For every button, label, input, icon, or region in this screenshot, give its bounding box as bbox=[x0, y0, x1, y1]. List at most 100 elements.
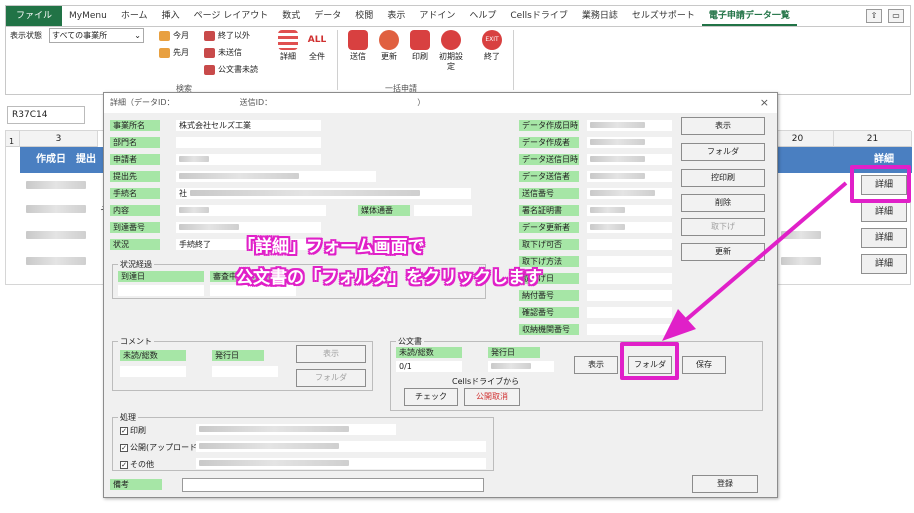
detail-row-button[interactable]: 詳細 bbox=[861, 228, 907, 248]
comment-icon[interactable]: ▭ bbox=[888, 9, 904, 23]
tab-cells-support[interactable]: セルズサポート bbox=[625, 6, 702, 26]
row-header-1[interactable]: 1 bbox=[9, 137, 14, 146]
send-button[interactable]: 送信 bbox=[345, 30, 371, 62]
submit-to-value bbox=[176, 171, 376, 182]
comment-unread-value bbox=[120, 366, 186, 377]
status-filter-value: すべての事業所 bbox=[52, 31, 108, 40]
label-content: 内容 bbox=[110, 205, 160, 216]
tab-view[interactable]: 表示 bbox=[380, 6, 412, 26]
data-created-at-value bbox=[587, 120, 672, 131]
list-icon bbox=[278, 30, 298, 50]
check-icon: ✓ bbox=[120, 426, 128, 435]
comment-frame-title: コメント bbox=[118, 336, 154, 347]
tab-mymenu[interactable]: MyMenu bbox=[62, 6, 114, 26]
status-filter-label: 表示状態 bbox=[10, 31, 42, 40]
tab-review[interactable]: 校閲 bbox=[348, 6, 380, 26]
print-button[interactable]: 印刷 bbox=[407, 30, 433, 62]
publish-status-value bbox=[196, 441, 486, 452]
other-checkbox-label: その他 bbox=[130, 460, 154, 469]
all-ribbon-button[interactable]: ALL 全件 bbox=[304, 30, 330, 62]
comment-show-button[interactable]: 表示 bbox=[296, 345, 366, 363]
instruction-callout: 「詳細」フォーム画面で 公文書の「フォルダ」をクリックします bbox=[236, 232, 542, 294]
this-month-button[interactable]: 今月 bbox=[159, 30, 189, 41]
tab-file[interactable]: ファイル bbox=[6, 6, 63, 26]
ribbon-divider bbox=[513, 30, 514, 90]
comment-issue-value bbox=[212, 366, 278, 377]
tab-help[interactable]: ヘルプ bbox=[462, 6, 503, 26]
dialog-title-bar: 詳細（データID： 送信ID： ） × bbox=[104, 93, 777, 113]
folder-button[interactable]: フォルダ bbox=[681, 143, 765, 161]
header-created-date: 作成日 提出 bbox=[20, 147, 104, 173]
label-data-sent-at: データ送信日時 bbox=[519, 154, 579, 165]
ribbon-tab-bar: ファイル MyMenu ホーム 挿入 ページ レイアウト 数式 データ 校閲 表… bbox=[5, 5, 911, 27]
tab-cells-drive[interactable]: Cellsドライブ bbox=[503, 6, 575, 26]
unsent-label: 未送信 bbox=[218, 48, 242, 57]
gear-icon bbox=[441, 30, 461, 50]
calendar-icon bbox=[159, 47, 170, 58]
show-button[interactable]: 表示 bbox=[681, 117, 765, 135]
print-checkbox[interactable]: ✓ 印刷 bbox=[120, 425, 146, 436]
masked-cell bbox=[26, 257, 86, 265]
col-header-21[interactable]: 21 bbox=[834, 131, 912, 147]
annotation-arrow bbox=[662, 181, 848, 341]
cancel-publish-button[interactable]: 公開取消 bbox=[464, 388, 520, 406]
status-filter-select[interactable]: すべての事業所 ⌄ bbox=[49, 28, 144, 43]
official-save-button[interactable]: 保存 bbox=[682, 356, 726, 374]
calendar-icon bbox=[159, 30, 170, 41]
register-button[interactable]: 登録 bbox=[692, 475, 758, 493]
all-icon: ALL bbox=[307, 30, 327, 50]
check-button[interactable]: チェック bbox=[404, 388, 458, 406]
close-icon[interactable]: × bbox=[760, 93, 769, 113]
tab-work-diary[interactable]: 業務日誌 bbox=[575, 6, 625, 26]
filter-icon bbox=[204, 30, 215, 41]
label-official-issue-date: 発行日 bbox=[488, 347, 540, 358]
data-creator-value bbox=[587, 137, 672, 148]
last-month-button[interactable]: 先月 bbox=[159, 47, 189, 58]
masked-cell bbox=[26, 205, 86, 213]
process-frame-title: 処理 bbox=[118, 412, 138, 423]
dialog-title-end: ） bbox=[417, 98, 426, 107]
label-status: 状況 bbox=[110, 239, 160, 250]
detail-row-button[interactable]: 詳細 bbox=[861, 254, 907, 274]
update-button[interactable]: 更新 bbox=[376, 30, 402, 62]
name-box[interactable]: R37C14 bbox=[7, 106, 85, 124]
unsent-button[interactable]: 未送信 bbox=[204, 47, 242, 58]
label-arrival-number: 到達番号 bbox=[110, 222, 160, 233]
name-box-value: R37C14 bbox=[12, 110, 48, 120]
tab-addins[interactable]: アドイン bbox=[412, 6, 462, 26]
non-completed-button[interactable]: 終了以外 bbox=[204, 30, 250, 41]
print-checkbox-label: 印刷 bbox=[130, 426, 146, 435]
init-settings-button[interactable]: 初期設定 bbox=[438, 30, 464, 72]
tab-e-application-list[interactable]: 電子申請データ一覧 bbox=[701, 6, 797, 26]
unopened-doc-button[interactable]: 公文書未読 bbox=[204, 64, 258, 75]
cells-drive-from-label: Cellsドライブから bbox=[452, 377, 520, 386]
label-comment-issue-date: 発行日 bbox=[212, 350, 264, 361]
department-value bbox=[176, 137, 321, 148]
exit-icon: EXIT bbox=[482, 30, 502, 50]
detail-ribbon-button[interactable]: 詳細 bbox=[275, 30, 301, 62]
label-medium-number: 媒体通番 bbox=[358, 205, 410, 216]
official-count-value: 0/1 bbox=[396, 361, 462, 372]
publish-checkbox[interactable]: ✓ 公開(アップロード) bbox=[120, 442, 200, 453]
detail-row-button[interactable]: 詳細 bbox=[861, 202, 907, 222]
applicant-value bbox=[176, 154, 321, 165]
this-month-label: 今月 bbox=[173, 31, 189, 40]
init-settings-label: 初期設定 bbox=[439, 52, 463, 71]
comment-folder-button[interactable]: フォルダ bbox=[296, 369, 366, 387]
tab-formulas[interactable]: 数式 bbox=[275, 6, 307, 26]
official-show-button[interactable]: 表示 bbox=[574, 356, 618, 374]
other-checkbox[interactable]: ✓ その他 bbox=[120, 459, 154, 470]
tab-insert[interactable]: 挿入 bbox=[155, 6, 187, 26]
share-icon[interactable]: ⇧ bbox=[866, 9, 882, 23]
tab-data[interactable]: データ bbox=[307, 6, 348, 26]
content-value bbox=[176, 205, 326, 216]
label-data-creator: データ作成者 bbox=[519, 137, 579, 148]
document-icon bbox=[204, 64, 215, 75]
label-remarks: 備考 bbox=[110, 479, 162, 490]
tab-page-layout[interactable]: ページ レイアウト bbox=[187, 6, 276, 26]
label-arrival-date: 到達日 bbox=[118, 271, 204, 282]
tab-home[interactable]: ホーム bbox=[114, 6, 155, 26]
remarks-input[interactable] bbox=[182, 478, 484, 492]
col-header-3[interactable]: 3 bbox=[20, 131, 98, 147]
exit-button[interactable]: EXIT 終了 bbox=[479, 30, 505, 62]
